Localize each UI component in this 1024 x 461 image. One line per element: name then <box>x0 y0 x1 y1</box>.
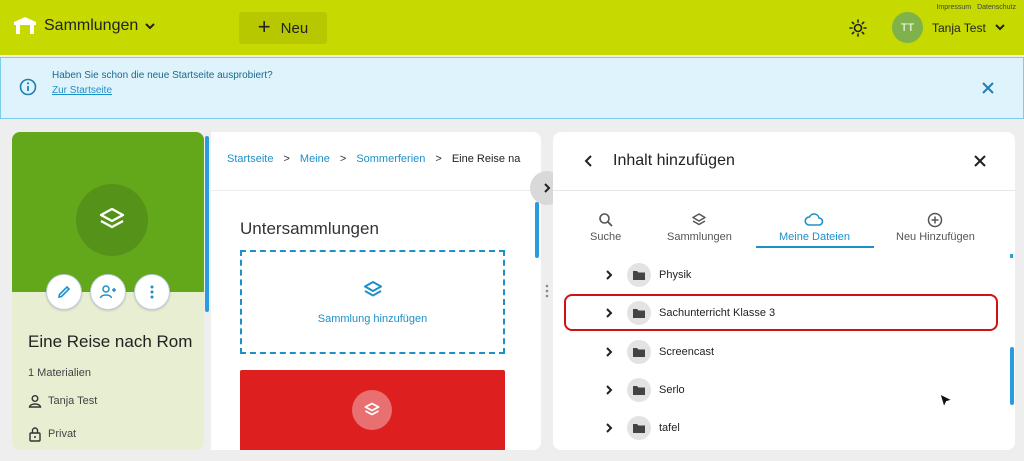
pencil-icon <box>56 284 72 300</box>
subcollection-card[interactable] <box>240 370 505 450</box>
folder-label: tafel <box>659 422 680 434</box>
breadcrumb-separator-icon: > <box>435 153 442 165</box>
tab-my-files[interactable]: Meine Dateien <box>779 212 850 243</box>
folder-icon <box>627 416 651 440</box>
active-tab-indicator <box>756 246 874 248</box>
collection-icon-circle <box>76 184 148 256</box>
divider <box>211 190 541 191</box>
tab-add-new-label: Neu Hinzufügen <box>896 231 975 243</box>
back-arrow-icon[interactable] <box>584 154 594 168</box>
folder-icon <box>627 378 651 402</box>
left-scrollbar[interactable] <box>205 136 209 312</box>
collection-content-panel: Startseite > Meine > Sommerferien > Eine… <box>211 132 541 450</box>
visibility-label: Privat <box>48 428 77 440</box>
add-subcollection-label: Sammlung hinzufügen <box>317 313 428 325</box>
breadcrumb-separator-icon: > <box>339 153 347 165</box>
collection-title: Eine Reise nach Rom <box>28 332 193 351</box>
folder-label: Physik <box>659 269 692 281</box>
chevron-down-icon <box>144 21 156 31</box>
share-user-button[interactable] <box>90 274 126 310</box>
tab-search-label: Suche <box>590 231 622 243</box>
close-icon[interactable] <box>973 154 987 168</box>
folder-label: Serlo <box>659 384 685 396</box>
highlight-frame <box>564 294 998 331</box>
edit-button[interactable] <box>46 274 82 310</box>
layers-icon <box>691 212 707 228</box>
breadcrumb-item-meine[interactable]: Meine <box>300 153 330 165</box>
tab-my-files-label: Meine Dateien <box>779 231 850 243</box>
privacy-link[interactable]: Datenschutz <box>977 4 1016 11</box>
breadcrumb-separator-icon: > <box>283 153 290 165</box>
more-options-button[interactable] <box>134 274 170 310</box>
tab-collections-label: Sammlungen <box>667 231 732 243</box>
tab-add-new[interactable]: Neu Hinzufügen <box>896 212 975 243</box>
layers-icon <box>362 279 384 301</box>
more-vertical-icon <box>149 284 155 300</box>
list-item[interactable]: Physik <box>553 260 1015 290</box>
chevron-right-icon[interactable] <box>605 269 617 281</box>
banner-text: Haben Sie schon die neue Startseite ausp… <box>52 70 273 81</box>
breadcrumb-item-startseite[interactable]: Startseite <box>227 153 273 165</box>
breadcrumb-item-sommerferien[interactable]: Sommerferien <box>356 153 425 165</box>
cloud-icon <box>804 212 824 228</box>
visibility-row: Privat <box>28 426 76 442</box>
imprint-link[interactable]: Impressum <box>936 4 971 11</box>
user-menu-chevron-icon[interactable] <box>994 22 1006 32</box>
info-icon <box>19 78 37 96</box>
add-circle-icon <box>927 212 943 228</box>
breadcrumb-current: Eine Reise na <box>451 153 521 165</box>
list-item[interactable]: Screencast <box>553 337 1015 367</box>
chevron-right-icon[interactable] <box>605 422 617 434</box>
start-page-link[interactable]: Zur Startseite <box>52 85 112 96</box>
list-item[interactable]: tafel <box>553 413 1015 443</box>
drag-handle-icon[interactable] <box>545 284 549 298</box>
collections-menu[interactable]: Sammlungen <box>12 16 156 36</box>
avatar[interactable]: TT <box>892 12 923 43</box>
owner-name: Tanja Test <box>48 395 98 407</box>
layers-icon <box>363 401 381 419</box>
info-banner <box>0 57 1024 119</box>
tab-collections[interactable]: Sammlungen <box>667 212 732 243</box>
middle-scrollbar[interactable] <box>535 202 539 258</box>
add-subcollection-button[interactable]: Sammlung hinzufügen <box>240 250 505 354</box>
panel-title: Inhalt hinzufügen <box>613 152 735 169</box>
subcollection-icon-circle <box>352 390 392 430</box>
scroll-arrow-icon[interactable] <box>1010 254 1013 258</box>
folder-label: Screencast <box>659 346 715 358</box>
tab-search[interactable]: Suche <box>590 212 621 243</box>
collection-card: Eine Reise nach Rom 1 Materialien Tanja … <box>12 132 204 450</box>
new-button[interactable]: + Neu <box>239 12 327 44</box>
chevron-right-icon[interactable] <box>605 384 617 396</box>
mouse-cursor-icon <box>938 392 954 410</box>
divider <box>553 190 1015 191</box>
user-name[interactable]: Tanja Test <box>932 21 986 35</box>
close-banner-icon[interactable] <box>980 80 996 96</box>
chevron-right-icon <box>542 182 552 194</box>
new-button-label: Neu <box>280 19 309 37</box>
collection-hero <box>12 132 204 292</box>
layers-icon <box>97 205 127 235</box>
owner-row: Tanja Test <box>28 394 97 408</box>
collections-logo-icon <box>12 16 38 36</box>
folder-icon <box>627 263 651 287</box>
lock-icon <box>28 426 42 442</box>
material-count: 1 Materialien <box>28 367 91 379</box>
person-icon <box>28 394 42 408</box>
plus-icon: + <box>257 14 271 39</box>
breadcrumb: Startseite > Meine > Sommerferien > Eine… <box>227 153 520 165</box>
chevron-right-icon[interactable] <box>605 346 617 358</box>
search-icon <box>598 212 614 228</box>
add-user-icon <box>99 284 117 300</box>
theme-sun-icon[interactable] <box>849 19 867 37</box>
folder-icon <box>627 340 651 364</box>
footer-links: Impressum Datenschutz <box>936 4 1016 11</box>
subcollections-title: Untersammlungen <box>240 219 379 238</box>
right-scrollbar[interactable] <box>1010 347 1014 405</box>
collections-label: Sammlungen <box>44 17 139 34</box>
